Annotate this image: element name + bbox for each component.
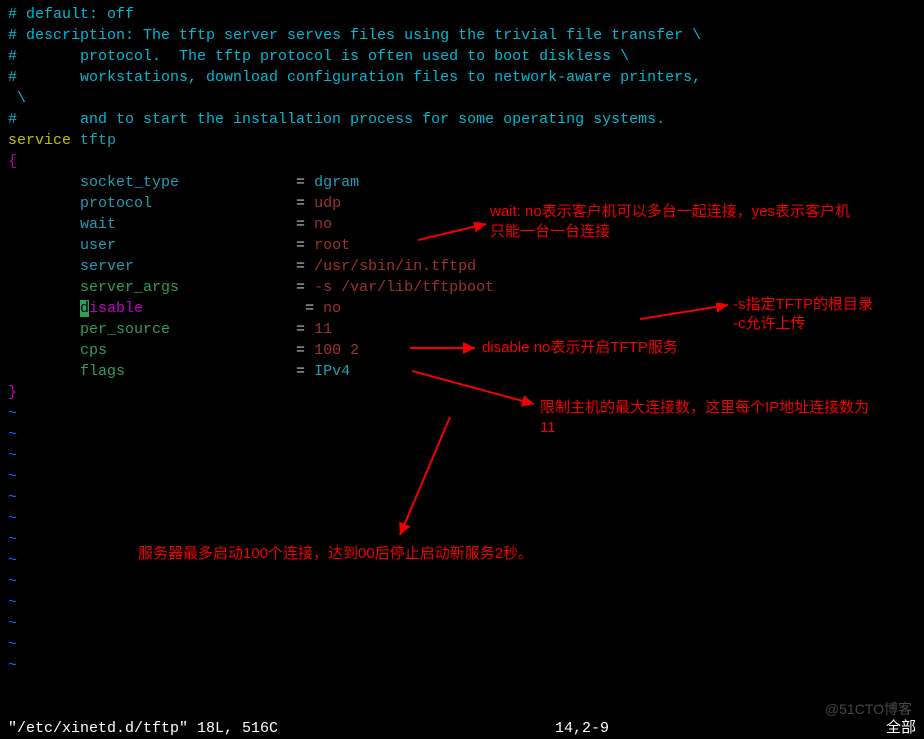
comment-line: # workstations, download configuration f… (8, 67, 916, 88)
equals: = (287, 258, 314, 275)
comment-line: \ (8, 88, 916, 109)
config-per-source: per_source = 11 (8, 319, 916, 340)
config-socket-type: socket_type = dgram (8, 172, 916, 193)
key: server (8, 258, 287, 275)
config-protocol: protocol = udp (8, 193, 916, 214)
empty-line: ~ (8, 529, 916, 550)
comment-line: # protocol. The tftp protocol is often u… (8, 46, 916, 67)
equals: = (287, 195, 314, 212)
key: user (8, 237, 287, 254)
empty-line: ~ (8, 424, 916, 445)
editor-viewport: # default: off # description: The tftp s… (0, 0, 924, 680)
service-line: service tftp (8, 130, 916, 151)
key: wait (8, 216, 287, 233)
value: no (323, 300, 341, 317)
empty-line: ~ (8, 613, 916, 634)
equals: = (287, 174, 314, 191)
empty-line: ~ (8, 445, 916, 466)
value: no (314, 216, 332, 233)
empty-line: ~ (8, 550, 916, 571)
empty-line: ~ (8, 508, 916, 529)
value: 100 2 (314, 342, 359, 359)
statusbar: "/etc/xinetd.d/tftp" 18L, 516C 14,2-9 全部 (0, 717, 924, 738)
service-keyword: service (8, 132, 71, 149)
config-user: user = root (8, 235, 916, 256)
statusbar-mid: 14,2-9 (555, 718, 609, 738)
brace-open: { (8, 151, 916, 172)
comment-line: # description: The tftp server serves fi… (8, 25, 916, 46)
key: isable (89, 300, 296, 317)
empty-line: ~ (8, 403, 916, 424)
key: per_source (8, 321, 287, 338)
statusbar-right: 全部 (886, 718, 916, 738)
equals: = (296, 300, 323, 317)
value: dgram (314, 174, 359, 191)
config-server: server = /usr/sbin/in.tftpd (8, 256, 916, 277)
empty-line: ~ (8, 571, 916, 592)
empty-line: ~ (8, 592, 916, 613)
equals: = (287, 237, 314, 254)
equals: = (287, 216, 314, 233)
equals: = (287, 342, 314, 359)
comment-line: # default: off (8, 4, 916, 25)
value: /usr/sbin/in.tftpd (314, 258, 476, 275)
empty-line: ~ (8, 655, 916, 676)
brace-close: } (8, 382, 916, 403)
key: cps (8, 342, 287, 359)
statusbar-left: "/etc/xinetd.d/tftp" 18L, 516C (8, 718, 278, 738)
cursor: d (80, 300, 89, 317)
equals: = (287, 321, 314, 338)
key: flags (8, 363, 287, 380)
value: -s /var/lib/tftpboot (314, 279, 494, 296)
empty-line: ~ (8, 634, 916, 655)
config-disable: disable = no (8, 298, 916, 319)
value: udp (314, 195, 341, 212)
key: protocol (8, 195, 287, 212)
value: 11 (314, 321, 332, 338)
equals: = (287, 279, 314, 296)
config-flags: flags = IPv4 (8, 361, 916, 382)
pad (8, 300, 80, 317)
comment-line: # and to start the installation process … (8, 109, 916, 130)
value: root (314, 237, 350, 254)
empty-line: ~ (8, 466, 916, 487)
equals: = (287, 363, 314, 380)
config-cps: cps = 100 2 (8, 340, 916, 361)
key: socket_type (8, 174, 287, 191)
key: server_args (8, 279, 287, 296)
config-server-args: server_args = -s /var/lib/tftpboot (8, 277, 916, 298)
config-wait: wait = no (8, 214, 916, 235)
value: IPv4 (314, 363, 350, 380)
empty-line: ~ (8, 487, 916, 508)
service-name: tftp (71, 132, 116, 149)
